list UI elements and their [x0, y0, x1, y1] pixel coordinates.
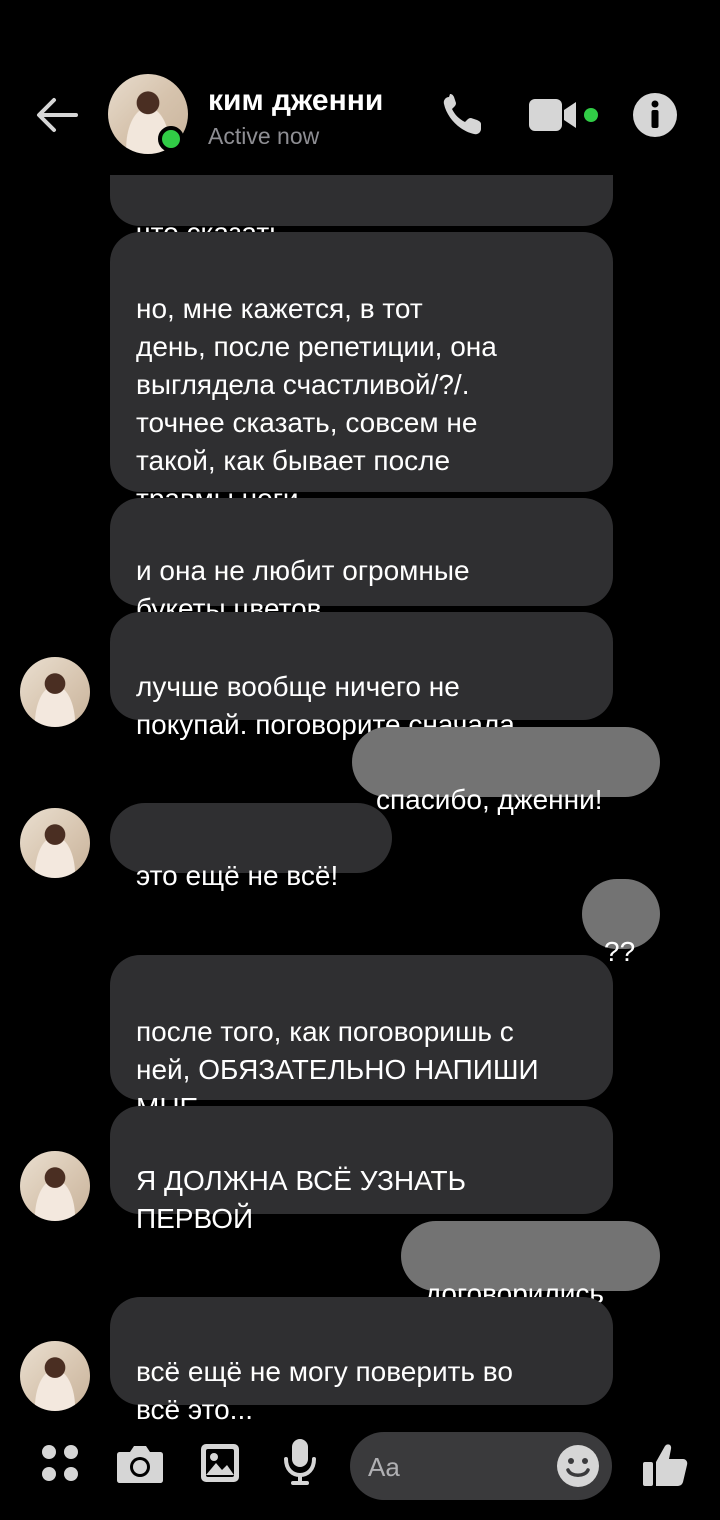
message-text: ?? [604, 936, 636, 967]
contact-name[interactable]: ким дженни [208, 84, 383, 118]
message-input-placeholder: Aa [368, 1452, 400, 1482]
video-camera-icon[interactable] [528, 96, 580, 139]
camera-icon[interactable] [116, 1442, 164, 1489]
video-active-dot [584, 108, 598, 122]
message-bubble-incoming[interactable]: и она не любит огромные букеты цветов [110, 498, 613, 624]
message-bubble-outgoing[interactable]: ?? [582, 879, 660, 967]
message-bubble-outgoing[interactable]: спасибо, дженни! [352, 727, 660, 815]
message-bubble-incoming[interactable]: лучше вообще ничего не покупай. поговори… [110, 612, 613, 740]
back-arrow-icon[interactable] [32, 90, 82, 140]
message-bubble-incoming[interactable]: после того, как поговоришь с ней, ОБЯЗАТ… [110, 955, 613, 1123]
message-text: это ещё не всё! [136, 860, 339, 891]
message-text: Я ДОЛЖНА ВСЁ УЗНАТЬ ПЕРВОЙ [136, 1165, 467, 1234]
smiley-icon[interactable] [556, 1444, 600, 1493]
info-icon[interactable] [632, 92, 678, 143]
thumbs-up-icon[interactable] [640, 1440, 690, 1495]
chat-header: ким дженни Active now [0, 0, 720, 175]
image-icon[interactable] [200, 1443, 240, 1488]
microphone-icon[interactable] [282, 1437, 318, 1492]
sender-avatar[interactable] [20, 1341, 90, 1411]
contact-status: Active now [208, 123, 320, 149]
active-status-dot [158, 126, 184, 152]
message-bubble-incoming[interactable]: но, мне кажется, в тот день, после репет… [110, 232, 613, 514]
message-bubble-incoming[interactable]: это ещё не всё! [110, 803, 392, 891]
message-bubble-outgoing[interactable]: договорились [401, 1221, 660, 1309]
message-text: всё ещё не могу поверить во всё это... [136, 1356, 513, 1425]
message-text: но, мне кажется, в тот день, после репет… [136, 293, 497, 514]
message-input[interactable]: Aa [350, 1432, 612, 1500]
sender-avatar[interactable] [20, 1151, 90, 1221]
grid-dots-icon[interactable] [40, 1443, 80, 1488]
phone-icon[interactable] [440, 92, 486, 143]
message-bubble-incoming[interactable]: Я ДОЛЖНА ВСЁ УЗНАТЬ ПЕРВОЙ [110, 1106, 613, 1234]
message-bubble-incoming[interactable]: всё ещё не могу поверить во всё это... [110, 1297, 613, 1425]
sender-avatar[interactable] [20, 657, 90, 727]
sender-avatar[interactable] [20, 808, 90, 878]
message-text: спасибо, дженни! [376, 784, 603, 815]
